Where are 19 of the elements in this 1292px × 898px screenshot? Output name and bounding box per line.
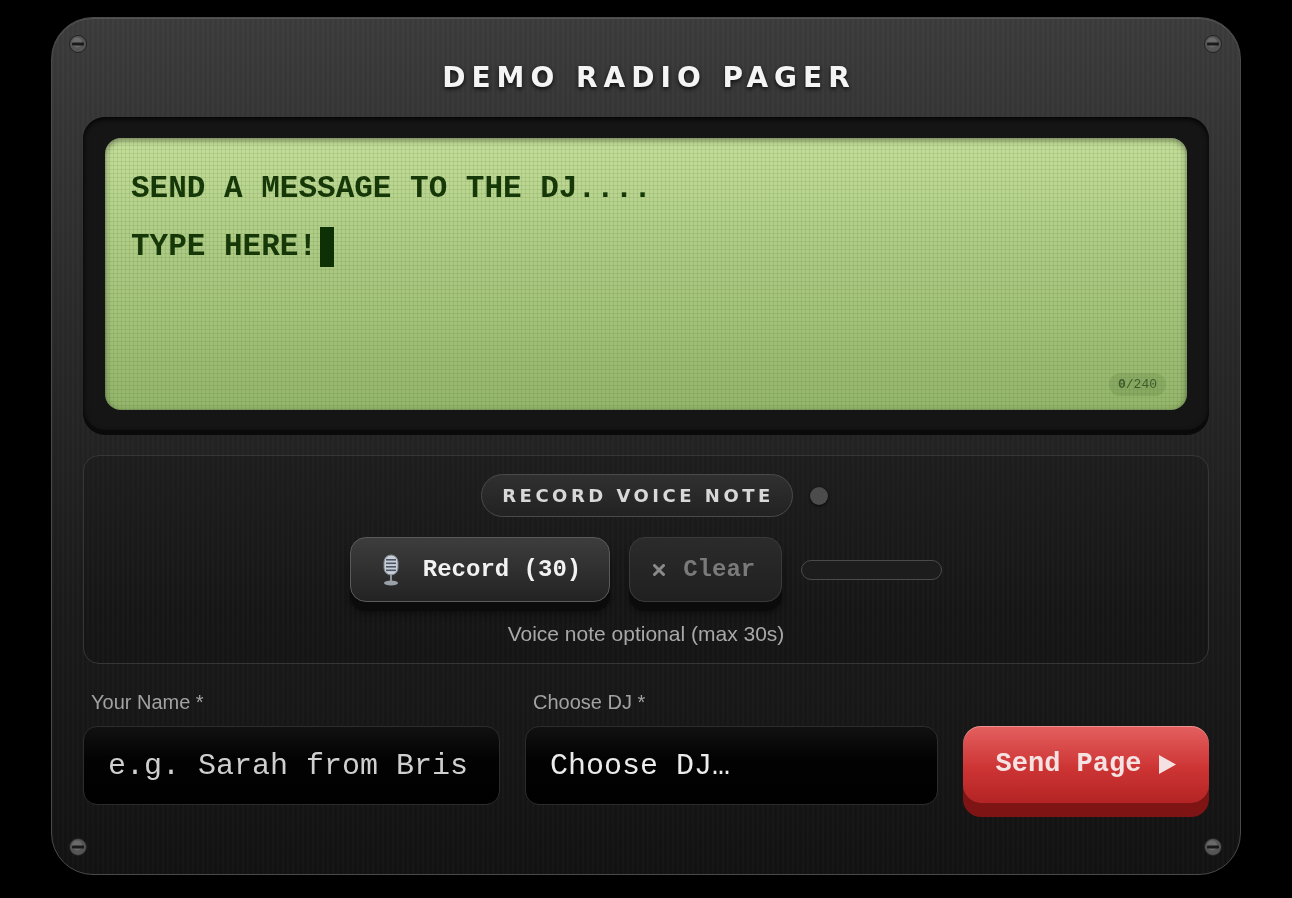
voice-note-heading: RECORD VOICE NOTE [481,474,793,517]
field-label: Your Name * [91,690,204,714]
microphone-icon [380,553,401,586]
pager-title: DEMO RADIO PAGER [441,62,856,94]
message-field[interactable]: SEND A MESSAGE TO THE DJ.... TYPE HERE! 0/240 [105,138,1187,410]
play-icon [1159,755,1177,774]
character-counter: 0/240 [1108,373,1166,396]
screw-icon [1204,35,1222,53]
voice-note-hint: Voice note optional (max 30s) [507,621,785,646]
screw-icon [1204,838,1222,856]
screw-icon [69,838,87,856]
placeholder-text: TYPE HERE! [131,229,318,265]
dj-select[interactable]: Choose DJ… [525,726,938,805]
placeholder-text: SEND A MESSAGE TO THE DJ.... [131,171,652,207]
x-icon [653,563,666,576]
text-cursor-icon [320,227,335,267]
name-field[interactable]: e.g. Sarah from Bris [83,726,500,805]
field-label: Choose DJ * [533,690,646,714]
screw-icon [69,35,87,53]
